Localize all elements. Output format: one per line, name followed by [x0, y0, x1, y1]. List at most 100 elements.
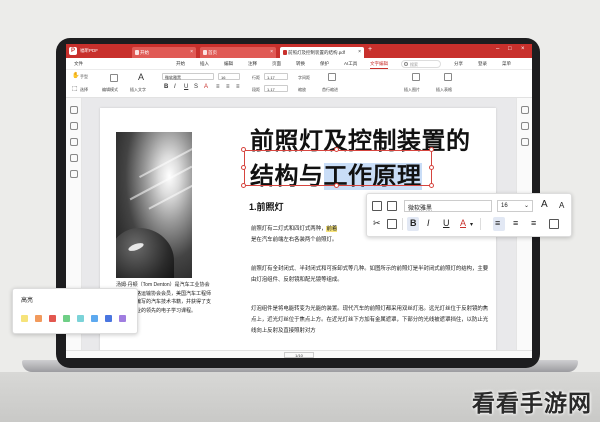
color-swatch-green[interactable]: [63, 315, 70, 322]
menu-page[interactable]: 页面: [272, 61, 281, 67]
settings-icon[interactable]: [521, 138, 529, 146]
font-family-select[interactable]: 微软雅黑: [162, 73, 214, 80]
text-selection-frame[interactable]: [244, 150, 432, 186]
resize-handle[interactable]: [241, 165, 246, 170]
comment-icon[interactable]: [70, 138, 78, 146]
color-swatch-red[interactable]: [49, 315, 56, 322]
new-tab-icon[interactable]: +: [368, 46, 372, 53]
menu-ai-tools[interactable]: AI工具: [344, 61, 357, 67]
menu-share[interactable]: 分享: [454, 61, 463, 67]
close-icon[interactable]: ×: [270, 49, 273, 55]
underline-button[interactable]: U: [443, 218, 450, 228]
insert-text-label[interactable]: 插入文字: [130, 87, 146, 93]
attachment-icon[interactable]: [70, 170, 78, 178]
italic-icon[interactable]: I: [174, 84, 176, 90]
grow-font-icon[interactable]: A: [541, 199, 548, 210]
insert-image-label[interactable]: 插入图片: [404, 87, 420, 93]
menu-insert[interactable]: 插入: [200, 61, 209, 67]
resize-handle[interactable]: [241, 147, 246, 152]
insert-text-icon[interactable]: A: [138, 72, 144, 82]
align-right-icon[interactable]: ≡: [236, 84, 240, 90]
align-left-icon[interactable]: ≡: [495, 218, 500, 228]
copy-icon[interactable]: [372, 201, 382, 211]
cut-icon[interactable]: ✂: [373, 218, 381, 229]
insert-table-label[interactable]: 插入表格: [436, 87, 452, 93]
hand-icon[interactable]: ✋: [72, 72, 79, 79]
color-swatch-yellow[interactable]: [21, 315, 28, 322]
paste-icon[interactable]: [387, 201, 397, 211]
underline-icon[interactable]: U: [184, 84, 188, 90]
app-name: 福昕PDF: [80, 48, 98, 53]
thumbnail-icon[interactable]: [70, 106, 78, 114]
paragraph-icon[interactable]: [328, 73, 336, 81]
align-left-icon[interactable]: ≡: [216, 84, 220, 90]
menu-more[interactable]: 菜单: [502, 61, 511, 67]
highlight-title: 高亮: [21, 298, 34, 304]
hand-tool-label[interactable]: 手型: [80, 74, 88, 80]
search-panel-icon[interactable]: [70, 154, 78, 162]
menu-convert[interactable]: 转换: [296, 61, 305, 67]
menu-start[interactable]: 开始: [176, 61, 185, 67]
edit-mode-label[interactable]: 编辑模式: [102, 87, 118, 93]
tab-document[interactable]: 前照灯及控制装置的结构.pdf ×: [280, 47, 364, 58]
select-tool-label[interactable]: 选择: [80, 87, 88, 93]
font-size-select[interactable]: 16 ⌄: [497, 200, 533, 212]
search-placeholder: 搜索: [410, 62, 418, 67]
char-spacing-label[interactable]: 字间距: [298, 75, 310, 81]
font-family-select[interactable]: 微软雅黑: [404, 200, 492, 212]
insert-image-icon[interactable]: [412, 73, 420, 81]
chevron-down-icon[interactable]: ▾: [470, 221, 473, 228]
resize-handle[interactable]: [429, 147, 434, 152]
para-spacing-label: 段距: [252, 87, 260, 92]
tab-start[interactable]: 开始 ×: [132, 47, 196, 58]
bold-icon[interactable]: B: [164, 84, 168, 90]
menu-comment[interactable]: 注释: [248, 61, 257, 67]
resize-handle[interactable]: [334, 147, 339, 152]
menu-login[interactable]: 登录: [478, 61, 487, 67]
maximize-icon[interactable]: □: [508, 46, 512, 52]
resize-handle[interactable]: [429, 183, 434, 188]
close-window-icon[interactable]: ×: [521, 46, 525, 52]
status-bar: 1/10: [66, 350, 532, 358]
color-swatch-cyan[interactable]: [77, 315, 84, 322]
menu-edit[interactable]: 编辑: [224, 61, 233, 67]
font-size-select[interactable]: 16: [218, 73, 240, 80]
align-right-icon[interactable]: ≡: [531, 218, 536, 228]
bold-button[interactable]: B: [410, 218, 417, 228]
edit-mode-icon[interactable]: [110, 74, 118, 82]
minimize-icon[interactable]: –: [496, 46, 499, 52]
line-spacing-icon[interactable]: [549, 219, 559, 229]
color-swatch-light-blue[interactable]: [91, 315, 98, 322]
line-spacing-select[interactable]: 1.17: [264, 73, 288, 80]
color-swatch-purple[interactable]: [119, 315, 126, 322]
select-icon[interactable]: ⬚: [72, 85, 78, 92]
tab-home[interactable]: 首页 ×: [200, 47, 276, 58]
align-center-icon[interactable]: ≡: [513, 218, 518, 228]
clipboard-icon[interactable]: [387, 219, 397, 229]
close-icon[interactable]: ×: [358, 49, 361, 55]
menu-file[interactable]: 文件: [74, 61, 83, 67]
font-color-icon[interactable]: A: [204, 84, 208, 90]
insert-table-icon[interactable]: [444, 73, 452, 81]
resize-handle[interactable]: [334, 183, 339, 188]
shrink-font-icon[interactable]: A: [559, 201, 564, 210]
scale-label[interactable]: 缩放: [298, 87, 306, 93]
italic-button[interactable]: I: [427, 218, 430, 228]
menu-text-edit[interactable]: 文字编辑: [370, 61, 388, 69]
strikethrough-icon[interactable]: S: [194, 84, 198, 90]
properties-icon[interactable]: [521, 106, 529, 114]
search-input[interactable]: 搜索: [401, 60, 441, 68]
page-indicator[interactable]: 1/10: [284, 352, 314, 358]
close-icon[interactable]: ×: [190, 49, 193, 55]
font-color-button[interactable]: A: [460, 218, 466, 228]
menu-protect[interactable]: 保护: [320, 61, 329, 67]
align-center-icon[interactable]: ≡: [226, 84, 230, 90]
color-swatch-orange[interactable]: [35, 315, 42, 322]
para-spacing-select[interactable]: 1.17: [264, 85, 288, 92]
color-swatch-blue[interactable]: [105, 315, 112, 322]
resize-handle[interactable]: [241, 183, 246, 188]
first-line-indent-label[interactable]: 首行缩进: [322, 87, 338, 93]
layers-icon[interactable]: [521, 122, 529, 130]
bookmark-icon[interactable]: [70, 122, 78, 130]
resize-handle[interactable]: [429, 165, 434, 170]
